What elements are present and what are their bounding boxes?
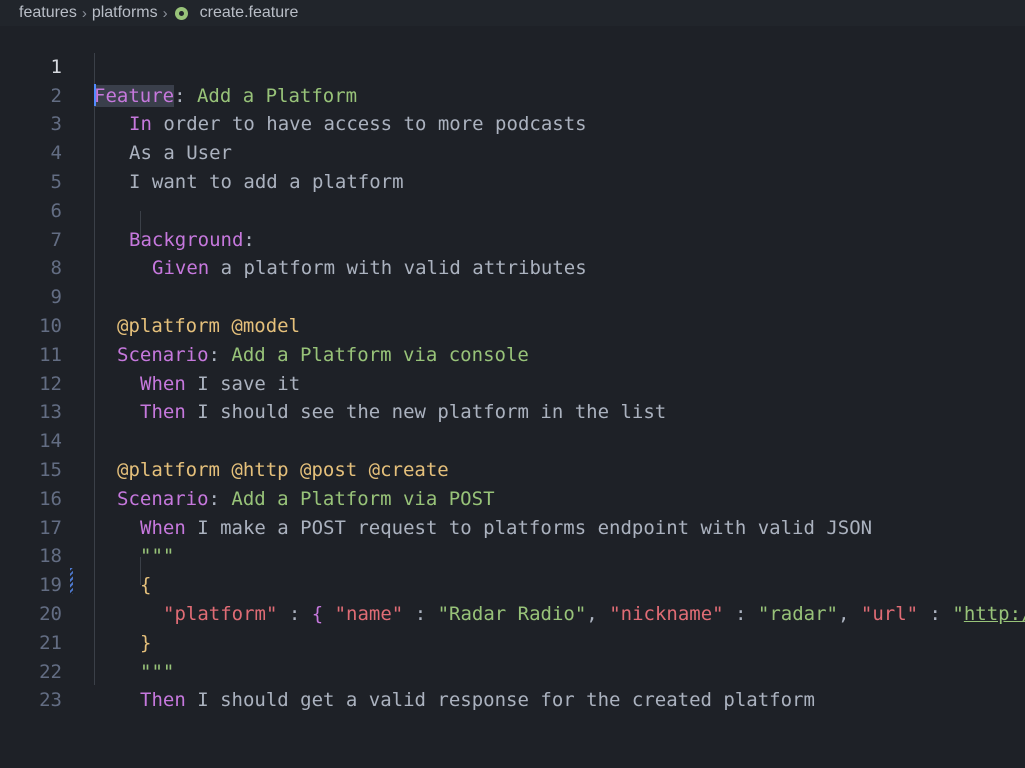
code-line[interactable]: 5: [0, 139, 1025, 193]
code-line[interactable]: 23: [0, 658, 1025, 711]
code-line[interactable]: 10 Scenario: Add a Platform via console: [0, 283, 1025, 366]
code-line[interactable]: 6 Background:: [0, 168, 1025, 251]
text: I should get a valid response for the cr…: [185, 689, 815, 712]
code-line[interactable]: 17 """: [0, 485, 1025, 568]
code-line[interactable]: 11 When I save it: [0, 312, 1025, 395]
breadcrumb: features › platforms › create.feature: [0, 0, 1025, 26]
line-number: 23: [39, 689, 62, 712]
code-editor[interactable]: 1 Feature: Add a Platform 2 In order to …: [0, 24, 1025, 768]
code-line[interactable]: 16 When I make a POST request to platfor…: [0, 456, 1025, 539]
code-line[interactable]: 12 Then I should see the new platform in…: [0, 341, 1025, 424]
cucumber-file-icon: [174, 6, 188, 20]
code-line[interactable]: 8: [0, 226, 1025, 279]
breadcrumb-item-features[interactable]: features: [19, 4, 77, 22]
code-line[interactable]: 4 I want to add a platform: [0, 110, 1025, 193]
code-line[interactable]: 20 }: [0, 571, 1025, 654]
code-line[interactable]: 15 Scenario: Add a Platform via POST: [0, 427, 1025, 510]
code-line[interactable]: 18 {: [0, 514, 1025, 596]
code-line[interactable]: 14 @platform @http @post @create: [0, 398, 1025, 481]
chevron-right-icon: ›: [81, 4, 87, 22]
code-line[interactable]: 13: [0, 370, 1025, 423]
code-line[interactable]: 7 Given a platform with valid attributes: [0, 197, 1025, 280]
chevron-right-icon: ›: [162, 4, 168, 22]
code-line[interactable]: 1 Feature: Add a Platform: [0, 24, 1025, 107]
code-line[interactable]: 21 """: [0, 600, 1025, 683]
code-line[interactable]: 22 Then I should get a valid response fo…: [0, 629, 1025, 712]
code-line[interactable]: 3 As a User: [0, 82, 1025, 164]
breadcrumb-item-file[interactable]: create.feature: [200, 4, 299, 22]
then-keyword: Then: [140, 689, 186, 712]
code-line[interactable]: 9 @platform @model: [0, 254, 1025, 337]
breadcrumb-item-platforms[interactable]: platforms: [92, 4, 158, 22]
code-line[interactable]: 19 "platform" : { "name" : "Radar Radio"…: [0, 542, 1025, 625]
code-line[interactable]: 2 In order to have access to more podcas…: [0, 53, 1025, 136]
